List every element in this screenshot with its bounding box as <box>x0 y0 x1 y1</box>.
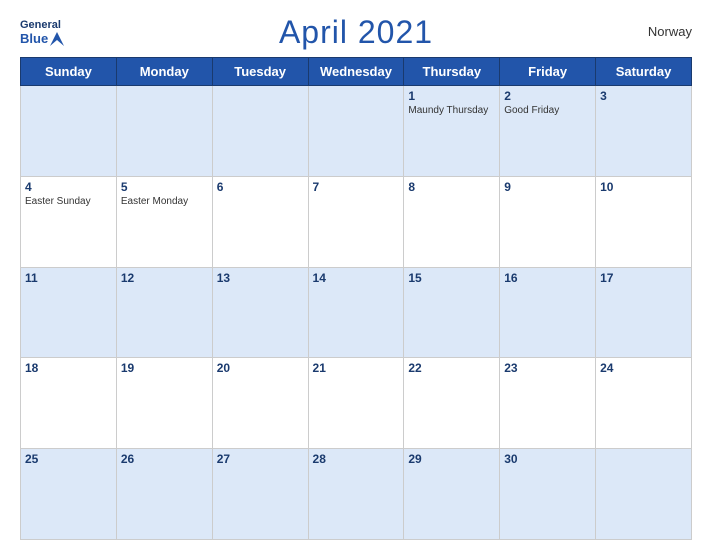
day-number: 10 <box>600 180 687 194</box>
day-event: Good Friday <box>504 105 591 116</box>
calendar-cell: 23 <box>500 358 596 449</box>
day-number: 2 <box>504 89 591 103</box>
day-number: 9 <box>504 180 591 194</box>
calendar-cell <box>21 86 117 177</box>
day-number: 11 <box>25 271 112 285</box>
day-number: 29 <box>408 452 495 466</box>
month-title: April 2021 <box>279 14 433 51</box>
day-number: 30 <box>504 452 591 466</box>
calendar-week-row: 1 Maundy Thursday 2 Good Friday 3 <box>21 86 692 177</box>
calendar-cell: 10 <box>596 176 692 267</box>
day-event: Easter Monday <box>121 196 208 207</box>
day-number: 26 <box>121 452 208 466</box>
weekday-header-tuesday: Tuesday <box>212 58 308 86</box>
calendar-week-row: 18 19 20 21 22 23 24 <box>21 358 692 449</box>
day-number: 12 <box>121 271 208 285</box>
calendar-cell: 21 <box>308 358 404 449</box>
calendar-cell: 13 <box>212 267 308 358</box>
weekday-header-saturday: Saturday <box>596 58 692 86</box>
calendar-cell: 7 <box>308 176 404 267</box>
calendar-cell: 17 <box>596 267 692 358</box>
day-number: 23 <box>504 361 591 375</box>
calendar-week-row: 4 Easter Sunday 5 Easter Monday 6789 10 <box>21 176 692 267</box>
weekday-header-thursday: Thursday <box>404 58 500 86</box>
calendar-cell: 15 <box>404 267 500 358</box>
day-number: 3 <box>600 89 687 103</box>
day-number: 20 <box>217 361 304 375</box>
calendar-cell: 19 <box>116 358 212 449</box>
day-number: 1 <box>408 89 495 103</box>
weekday-header-friday: Friday <box>500 58 596 86</box>
day-number: 13 <box>217 271 304 285</box>
day-number: 8 <box>408 180 495 194</box>
calendar-cell: 25 <box>21 449 117 540</box>
day-number: 14 <box>313 271 400 285</box>
calendar-cell <box>116 86 212 177</box>
calendar-cell: 2 Good Friday <box>500 86 596 177</box>
day-number: 5 <box>121 180 208 194</box>
country-label: Norway <box>648 24 692 39</box>
calendar-week-row: 25 26 27 28 29 30 <box>21 449 692 540</box>
calendar-cell: 12 <box>116 267 212 358</box>
weekday-header-monday: Monday <box>116 58 212 86</box>
calendar-cell: 27 <box>212 449 308 540</box>
day-event: Easter Sunday <box>25 196 112 207</box>
day-number: 16 <box>504 271 591 285</box>
logo-general-text: General <box>20 19 61 31</box>
calendar-cell: 16 <box>500 267 596 358</box>
calendar-cell: 20 <box>212 358 308 449</box>
day-number: 15 <box>408 271 495 285</box>
calendar-cell: 1 Maundy Thursday <box>404 86 500 177</box>
calendar-cell: 6 <box>212 176 308 267</box>
calendar-cell: 18 <box>21 358 117 449</box>
day-number: 28 <box>313 452 400 466</box>
logo-icon <box>50 32 64 46</box>
day-number: 22 <box>408 361 495 375</box>
calendar-cell: 3 <box>596 86 692 177</box>
calendar-table: SundayMondayTuesdayWednesdayThursdayFrid… <box>20 57 692 540</box>
day-number: 24 <box>600 361 687 375</box>
calendar-cell: 5 Easter Monday <box>116 176 212 267</box>
calendar-cell: 22 <box>404 358 500 449</box>
day-number: 7 <box>313 180 400 194</box>
calendar-cell: 8 <box>404 176 500 267</box>
calendar-cell: 11 <box>21 267 117 358</box>
calendar-cell: 30 <box>500 449 596 540</box>
calendar-cell: 14 <box>308 267 404 358</box>
calendar-week-row: 11 12 13 14 15 16 17 <box>21 267 692 358</box>
calendar-cell <box>596 449 692 540</box>
calendar-cell: 24 <box>596 358 692 449</box>
calendar-cell <box>308 86 404 177</box>
day-number: 21 <box>313 361 400 375</box>
weekday-header-wednesday: Wednesday <box>308 58 404 86</box>
day-number: 27 <box>217 452 304 466</box>
calendar-cell: 29 <box>404 449 500 540</box>
day-number: 25 <box>25 452 112 466</box>
logo: General Blue <box>20 19 64 46</box>
calendar-cell: 26 <box>116 449 212 540</box>
calendar-header: General Blue April 2021 Norway <box>20 14 692 51</box>
day-number: 18 <box>25 361 112 375</box>
weekday-header-row: SundayMondayTuesdayWednesdayThursdayFrid… <box>21 58 692 86</box>
logo-blue-text: Blue <box>20 31 48 46</box>
day-number: 6 <box>217 180 304 194</box>
weekday-header-sunday: Sunday <box>21 58 117 86</box>
calendar-cell: 28 <box>308 449 404 540</box>
day-number: 17 <box>600 271 687 285</box>
calendar-cell: 4 Easter Sunday <box>21 176 117 267</box>
day-event: Maundy Thursday <box>408 105 495 116</box>
calendar-cell <box>212 86 308 177</box>
calendar-cell: 9 <box>500 176 596 267</box>
day-number: 4 <box>25 180 112 194</box>
day-number: 19 <box>121 361 208 375</box>
